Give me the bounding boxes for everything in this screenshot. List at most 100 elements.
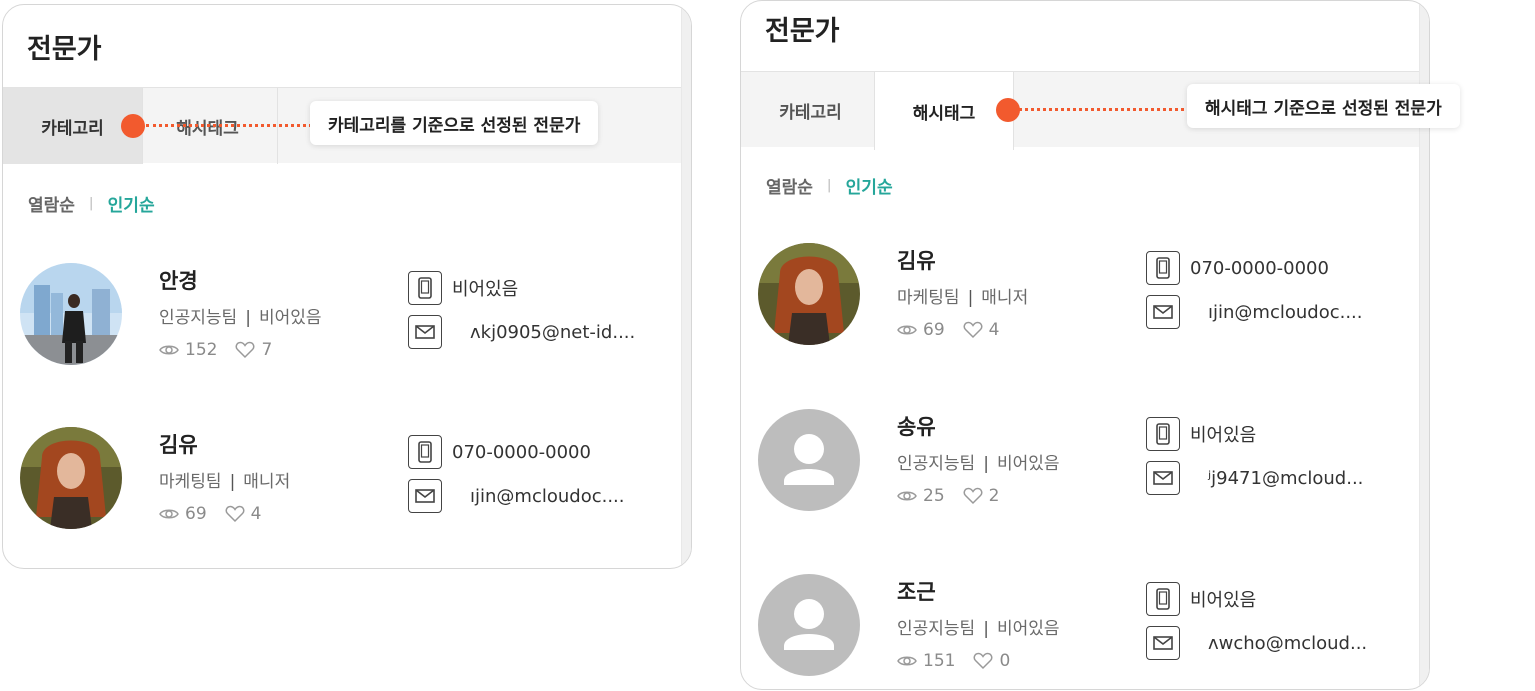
avatar bbox=[758, 409, 860, 511]
callout-hashtag: 해시태그 기준으로 선정된 전문가 bbox=[1187, 84, 1460, 128]
expert-meta: 인공지능팀 | 비어있음 bbox=[159, 308, 322, 328]
mail-icon[interactable] bbox=[1146, 461, 1180, 495]
expert-meta: 마케팅팀 | 매니저 bbox=[897, 288, 1029, 308]
callout-dot-right bbox=[996, 98, 1020, 122]
phone-value: 070-0000-0000 bbox=[1190, 257, 1329, 279]
expert-name: 조근 bbox=[897, 580, 936, 604]
expert-stats: 69 4 bbox=[897, 320, 999, 340]
like-count: 2 bbox=[988, 486, 1000, 506]
panel-title: 전문가 bbox=[765, 16, 840, 47]
expert-role: 비어있음 bbox=[996, 619, 1060, 639]
phone-icon bbox=[1146, 417, 1180, 451]
mail-icon[interactable] bbox=[408, 315, 442, 349]
tab-hashtag[interactable]: 해시태그 bbox=[874, 72, 1014, 150]
expert-stats: 152 7 bbox=[159, 340, 272, 360]
avatar bbox=[758, 574, 860, 676]
eye-icon bbox=[897, 654, 917, 668]
sort-options: 열람순 | 인기순 bbox=[766, 173, 893, 198]
expert-panel-category: 전문가 카테고리 해시태그 열람순 | 인기순 안경 인공지능팀 | 비어있음 … bbox=[2, 4, 692, 569]
sort-by-views[interactable]: 열람순 bbox=[766, 173, 813, 198]
email-value[interactable]: ʌkj0905@net-id.... bbox=[470, 322, 635, 343]
phone-icon bbox=[408, 271, 442, 305]
expert-card[interactable]: 김유 마케팅팀 | 매니저 69 4 070-0000-0000 ıjin@mclo… bbox=[3, 427, 683, 557]
tab-category[interactable]: 카테고리 bbox=[741, 72, 881, 148]
sort-by-views[interactable]: 열람순 bbox=[28, 191, 75, 216]
expert-name: 김유 bbox=[159, 433, 198, 457]
expert-team: 인공지능팀 bbox=[897, 619, 976, 639]
like-count: 4 bbox=[250, 504, 262, 524]
view-count: 151 bbox=[923, 651, 956, 671]
email-value[interactable]: ʲj9471@mcloud... bbox=[1208, 468, 1363, 489]
heart-icon[interactable] bbox=[225, 505, 245, 523]
phone-icon bbox=[1146, 251, 1180, 285]
eye-icon bbox=[897, 323, 917, 337]
callout-connector-left bbox=[146, 124, 312, 127]
email-row: ʌkj0905@net-id.... bbox=[408, 315, 635, 349]
callout-dot-left bbox=[121, 114, 145, 138]
callout-connector-right bbox=[1012, 108, 1190, 111]
mail-icon[interactable] bbox=[1146, 626, 1180, 660]
phone-row: 비어있음 bbox=[1146, 417, 1256, 451]
expert-meta: 마케팅팀 | 매니저 bbox=[159, 472, 291, 492]
expert-team: 인공지능팀 bbox=[897, 454, 976, 474]
email-row: ıjin@mcloudoc.... bbox=[408, 479, 625, 513]
sort-options: 열람순 | 인기순 bbox=[28, 191, 155, 216]
email-row: ʌwcho@mcloud... bbox=[1146, 626, 1367, 660]
heart-icon[interactable] bbox=[963, 487, 983, 505]
expert-name: 안경 bbox=[159, 269, 198, 293]
sort-divider: | bbox=[88, 196, 94, 211]
eye-icon bbox=[159, 343, 179, 357]
phone-value: 비어있음 bbox=[452, 279, 519, 300]
expert-meta: 인공지능팀 | 비어있음 bbox=[897, 619, 1060, 639]
callout-category: 카테고리를 기준으로 선정된 전문가 bbox=[310, 101, 599, 145]
phone-icon bbox=[1146, 582, 1180, 616]
heart-icon[interactable] bbox=[235, 341, 255, 359]
view-count: 69 bbox=[923, 320, 945, 340]
expert-role: 매니저 bbox=[243, 472, 291, 492]
expert-stats: 151 0 bbox=[897, 651, 1010, 671]
phone-value: 비어있음 bbox=[1190, 425, 1257, 446]
view-count: 69 bbox=[185, 504, 207, 524]
expert-meta: 인공지능팀 | 비어있음 bbox=[897, 454, 1060, 474]
avatar bbox=[20, 263, 122, 365]
phone-row: 비어있음 bbox=[1146, 582, 1256, 616]
eye-icon bbox=[159, 507, 179, 521]
phone-icon bbox=[408, 435, 442, 469]
like-count: 4 bbox=[988, 320, 1000, 340]
expert-card[interactable]: 김유 마케팅팀 | 매니저 69 4 070-0000-0000 ıjin@mclo… bbox=[741, 243, 1421, 373]
like-count: 7 bbox=[261, 340, 273, 360]
expert-card[interactable]: 송유 인공지능팀 | 비어있음 25 2 비어있음 ʲj9471@mcloud... bbox=[741, 409, 1421, 539]
expert-team: 마케팅팀 bbox=[897, 288, 960, 308]
avatar bbox=[758, 243, 860, 345]
phone-row: 070-0000-0000 bbox=[408, 435, 591, 469]
heart-icon[interactable] bbox=[963, 321, 983, 339]
sort-by-popularity[interactable]: 인기순 bbox=[108, 191, 155, 216]
phone-row: 비어있음 bbox=[408, 271, 518, 305]
phone-row: 070-0000-0000 bbox=[1146, 251, 1329, 285]
mail-icon[interactable] bbox=[1146, 295, 1180, 329]
sort-by-popularity[interactable]: 인기순 bbox=[846, 173, 893, 198]
expert-role: 비어있음 bbox=[996, 454, 1060, 474]
sort-divider: | bbox=[826, 178, 832, 193]
view-count: 152 bbox=[185, 340, 218, 360]
eye-icon bbox=[897, 489, 917, 503]
user-placeholder-icon bbox=[784, 434, 834, 485]
scrollbar[interactable] bbox=[681, 5, 691, 568]
email-value[interactable]: ıjin@mcloudoc.... bbox=[470, 486, 625, 507]
user-placeholder-icon bbox=[784, 599, 834, 650]
phone-value: 비어있음 bbox=[1190, 590, 1257, 611]
expert-name: 송유 bbox=[897, 415, 936, 439]
expert-team: 인공지능팀 bbox=[159, 308, 238, 328]
expert-card[interactable]: 조근 인공지능팀 | 비어있음 151 0 비어있음 ʌwcho@mcloud... bbox=[741, 574, 1421, 689]
expert-stats: 25 2 bbox=[897, 486, 999, 506]
email-value[interactable]: ʌwcho@mcloud... bbox=[1208, 633, 1367, 654]
expert-stats: 69 4 bbox=[159, 504, 261, 524]
email-value[interactable]: ıjin@mcloudoc.... bbox=[1208, 302, 1363, 323]
email-row: ʲj9471@mcloud... bbox=[1146, 461, 1363, 495]
expert-role: 비어있음 bbox=[258, 308, 322, 328]
expert-team: 마케팅팀 bbox=[159, 472, 222, 492]
expert-card[interactable]: 안경 인공지능팀 | 비어있음 152 7 비어있음 ʌkj0905@net-id.… bbox=[3, 263, 683, 393]
heart-icon[interactable] bbox=[973, 652, 993, 670]
avatar bbox=[20, 427, 122, 529]
mail-icon[interactable] bbox=[408, 479, 442, 513]
